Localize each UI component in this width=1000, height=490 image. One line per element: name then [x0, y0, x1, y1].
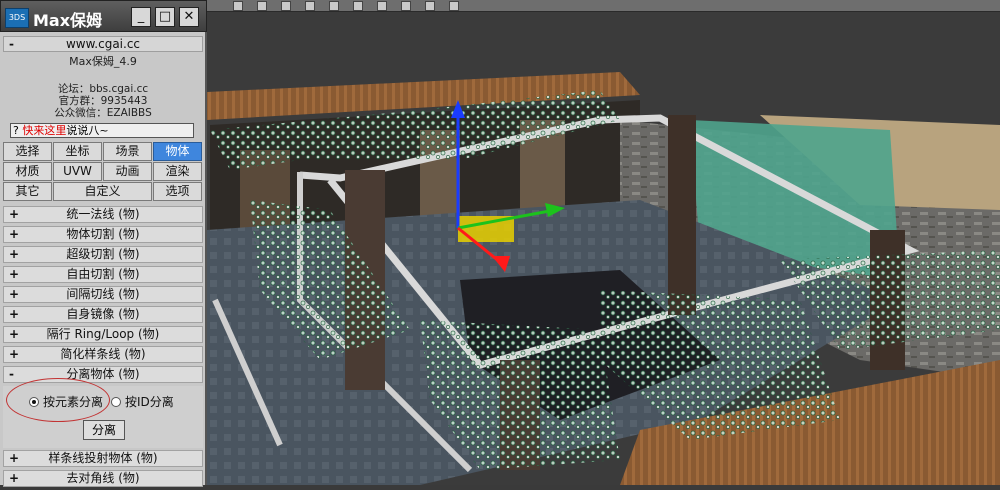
split-object-options: 按元素分离 按ID分离 分离 [3, 378, 203, 448]
rollout-label: 物体切割 (物) [66, 227, 140, 241]
rollout-label: 自由切割 (物) [66, 267, 140, 281]
rollout-header[interactable]: + 统一法线 (物) [3, 206, 203, 223]
expand-icon[interactable]: + [9, 347, 19, 362]
rollout-header[interactable]: + 去对角线 (物) [3, 470, 203, 487]
category-tabs: 选择 坐标 场景 物体材质 UVW 动画 渲染其它 自定义 选项 [3, 142, 203, 201]
tab-1[interactable]: 坐标 [53, 142, 102, 161]
tab-10[interactable]: 选项 [153, 182, 202, 201]
max-baomu-panel: 3DS Max保姆 _ □ ✕ - www.cgai.cc Max保姆_4.9 … [0, 0, 207, 487]
expand-icon[interactable]: + [9, 327, 19, 342]
collapse-icon[interactable]: - [9, 37, 14, 51]
expand-icon[interactable]: + [9, 247, 19, 262]
expand-icon[interactable]: + [9, 227, 19, 242]
tab-4[interactable]: 材质 [3, 162, 52, 181]
expand-icon[interactable]: - [9, 367, 14, 382]
tip-highlight: 快来这里 [22, 124, 67, 137]
rollout-header[interactable]: + 自由切割 (物) [3, 266, 203, 283]
split-by-element-radio[interactable]: 按元素分离 [29, 393, 103, 410]
3dsmax-logo-icon: 3DS [5, 8, 29, 28]
tab-7[interactable]: 渲染 [153, 162, 202, 181]
tab-3[interactable]: 物体 [153, 142, 202, 161]
minimize-button[interactable]: _ [131, 7, 151, 27]
expand-icon[interactable]: + [9, 471, 19, 486]
tab-0[interactable]: 选择 [3, 142, 52, 161]
forum-label: 论坛：bbs.cgai.cc [57, 83, 149, 95]
tab-6[interactable]: 动画 [103, 162, 152, 181]
tab-2[interactable]: 场景 [103, 142, 152, 161]
expand-icon[interactable]: + [9, 307, 19, 322]
option-label: 按元素分离 [43, 395, 104, 409]
wechat-label: 公众微信：EZAIBBS [54, 107, 152, 119]
option-label: 按ID分离 [125, 395, 174, 409]
rollout-header[interactable]: + 超级切割 (物) [3, 246, 203, 263]
split-by-id-radio[interactable]: 按ID分离 [111, 393, 174, 410]
header-rollout[interactable]: - www.cgai.cc [3, 36, 203, 52]
expand-icon[interactable]: + [9, 267, 19, 282]
version-label: Max保姆_4.9 [69, 55, 137, 68]
rollout-label: 超级切割 (物) [66, 247, 140, 261]
app-title: Max保姆 [33, 11, 103, 30]
tab-5[interactable]: UVW [53, 162, 102, 181]
expand-icon[interactable]: + [9, 207, 19, 222]
panel-content: - www.cgai.cc Max保姆_4.9 论坛：bbs.cgai.cc 官… [3, 36, 203, 490]
rollout-label: 样条线投射物体 (物) [48, 451, 158, 465]
radio-unselected-icon[interactable] [111, 396, 121, 407]
tab-9[interactable]: 自定义 [53, 182, 152, 201]
split-button[interactable]: 分离 [83, 420, 125, 440]
rollout-header[interactable]: + 简化样条线 (物) [3, 346, 203, 363]
group-label: 官方群：9935443 [58, 95, 148, 107]
rollout-label: 简化样条线 (物) [60, 347, 146, 361]
tab-8[interactable]: 其它 [3, 182, 52, 201]
tip-text: 说说八~ [66, 124, 109, 137]
rollout-list: + 统一法线 (物) + 物体切割 (物) + 超级切割 (物) + 自由切割 (物) + 间隔切… [3, 206, 203, 487]
expand-icon[interactable]: + [9, 287, 19, 302]
radio-selected-icon[interactable] [29, 396, 39, 407]
expand-icon[interactable]: + [9, 451, 19, 466]
rollout-label: 间隔切线 (物) [66, 287, 140, 301]
rollout-header[interactable]: + 样条线投射物体 (物) [3, 450, 203, 467]
rollout-header[interactable]: + 自身镜像 (物) [3, 306, 203, 323]
title-bar[interactable]: 3DS Max保姆 _ □ ✕ [0, 0, 207, 32]
maximize-button[interactable]: □ [155, 7, 175, 27]
rollout-label: 自身镜像 (物) [66, 307, 140, 321]
site-url[interactable]: www.cgai.cc [66, 37, 140, 51]
rollout-header[interactable]: + 物体切割 (物) [3, 226, 203, 243]
rollout-label: 统一法线 (物) [66, 207, 140, 221]
rollout-label: 隔行 Ring/Loop (物) [46, 327, 160, 341]
tip-input[interactable]: ? 快来这里说说八~ [10, 123, 194, 138]
help-icon: ? [13, 124, 19, 137]
close-button[interactable]: ✕ [179, 7, 199, 27]
rollout-header[interactable]: + 隔行 Ring/Loop (物) [3, 326, 203, 343]
rollout-header[interactable]: + 间隔切线 (物) [3, 286, 203, 303]
rollout-label: 去对角线 (物) [66, 471, 140, 485]
